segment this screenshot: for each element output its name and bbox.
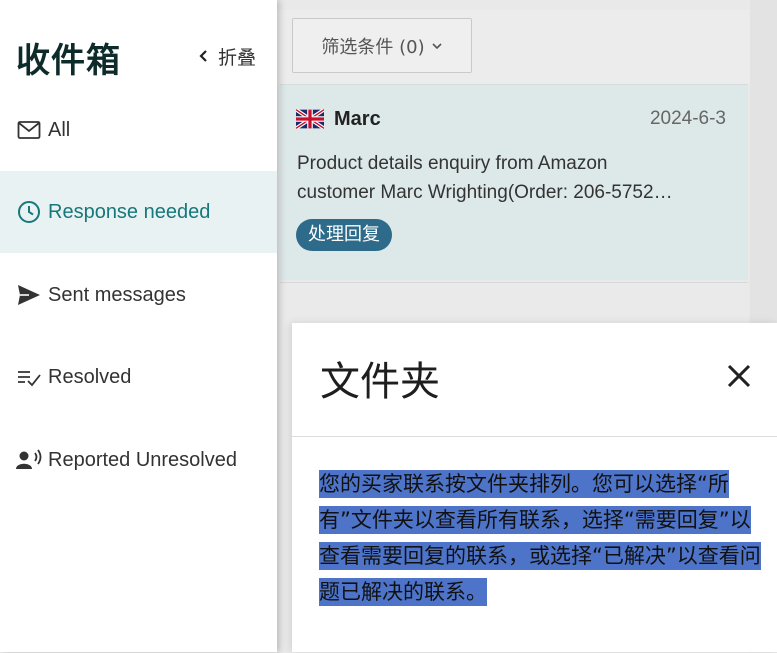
sidebar-item-label: Reported Unresolved <box>48 448 237 471</box>
message-preview: Product details enquiry from Amazon cust… <box>297 149 737 207</box>
send-icon <box>16 282 42 308</box>
collapse-button[interactable]: 折叠 <box>196 43 256 69</box>
panel-divider <box>292 436 777 437</box>
clock-icon <box>16 199 42 225</box>
message-card[interactable]: Marc 2024-6-3 Product details enquiry fr… <box>280 84 748 280</box>
sidebar: 收件箱 折叠 All Response needed Sent messages… <box>0 0 277 652</box>
mail-icon <box>16 117 42 143</box>
report-person-icon <box>16 447 42 473</box>
sidebar-item-sent[interactable]: Sent messages <box>0 254 277 336</box>
preview-line-2: customer Marc Wrighting(Order: 206-5752… <box>297 182 673 203</box>
sidebar-item-reported-unresolved[interactable]: Reported Unresolved <box>0 419 277 501</box>
sidebar-item-resolved[interactable]: Resolved <box>0 336 277 418</box>
panel-body: 您的买家联系按文件夹排列。您可以选择“所有”文件夹以查看所有联系，选择“需要回复… <box>319 466 765 610</box>
filter-button[interactable]: 筛选条件 (0) <box>292 18 472 73</box>
preview-line-1: Product details enquiry from Amazon <box>297 153 608 174</box>
sender-name: Marc <box>334 108 381 130</box>
message-date: 2024-6-3 <box>649 108 726 129</box>
sidebar-item-label: Response needed <box>48 200 211 223</box>
sidebar-item-label: All <box>48 118 71 141</box>
collapse-label: 折叠 <box>218 46 257 69</box>
uk-flag-icon <box>296 109 324 129</box>
panel-body-text: 您的买家联系按文件夹排列。您可以选择“所有”文件夹以查看所有联系，选择“需要回复… <box>319 470 761 606</box>
status-badge[interactable]: 处理回复 <box>296 219 392 251</box>
sidebar-item-all[interactable]: All <box>0 89 277 171</box>
sidebar-item-label: Sent messages <box>48 283 186 306</box>
chevron-left-icon <box>199 50 207 62</box>
sidebar-item-response-needed[interactable]: Response needed <box>0 171 277 253</box>
folder-info-panel: 文件夹 您的买家联系按文件夹排列。您可以选择“所有”文件夹以查看所有联系，选择“… <box>292 323 777 652</box>
chevron-down-icon <box>432 42 442 49</box>
inbox-title: 收件箱 <box>16 41 121 81</box>
sidebar-item-label: Resolved <box>48 365 132 388</box>
filter-label: 筛选条件 (0) <box>321 36 425 58</box>
check-list-icon <box>16 364 42 390</box>
close-icon[interactable] <box>724 361 754 391</box>
panel-title: 文件夹 <box>320 359 440 405</box>
